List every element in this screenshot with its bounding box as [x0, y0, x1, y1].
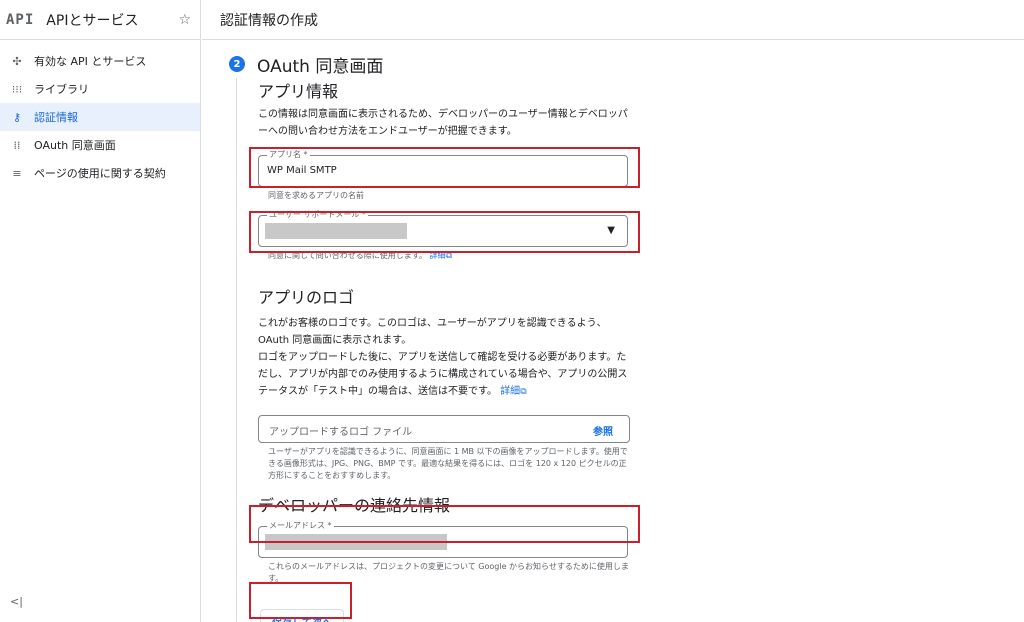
support-email-hint-text: 同意に関して問い合わせる際に使用します。 [268, 251, 427, 260]
external-link-icon: ⧉ [445, 251, 452, 261]
app-logo-title: アプリのロゴ [258, 288, 355, 307]
redacted-email [265, 534, 447, 550]
key-icon: ⚷ [12, 110, 22, 124]
support-email-details-link[interactable]: 詳細 [430, 251, 446, 260]
external-link-icon: ⧉ [520, 387, 527, 397]
sidebar-item-label: 認証情報 [34, 111, 78, 124]
developer-contact-title: デベロッパーの連絡先情報 [258, 496, 451, 515]
logo-upload-hint: ユーザーがアプリを認識できるように、同意画面に 1 MB 以下の画像をアップロー… [268, 447, 628, 480]
app-name-label: アプリ名 * [267, 150, 310, 160]
developer-email-field[interactable]: メールアドレス * [258, 521, 628, 558]
sidebar-item-page-usage-agreement[interactable]: ≡ ページの使用に関する契約 [0, 159, 200, 187]
sidebar-item-oauth-consent[interactable]: ⁞⁞ OAuth 同意画面 [0, 131, 200, 159]
consent-icon: ⁞⁞ [13, 138, 21, 152]
app-logo-description-1: これがお客様のロゴです。このロゴは、ユーザーがアプリを認識できるよう、OAuth… [258, 318, 607, 346]
step-number-badge: 2 [229, 56, 245, 72]
sidebar-item-label: OAuth 同意画面 [34, 139, 116, 152]
logo-upload-field[interactable]: アップロードするロゴ ファイル 参照 [258, 415, 630, 443]
page-title: 認証情報の作成 [202, 0, 1024, 40]
sidebar-nav: ✣ 有効な API とサービス ⁝⁝⁝ ライブラリ ⚷ 認証情報 ⁞⁞ OAut… [0, 40, 200, 187]
sidebar-item-label: ライブラリ [34, 83, 89, 96]
main-panel: 認証情報の作成 2 OAuth 同意画面 アプリ情報 この情報は同意画面に表示さ… [202, 0, 1024, 622]
app-logo-description-2: ロゴをアップロードした後に、アプリを送信して確認を受ける必要があります。ただし、… [258, 349, 634, 401]
agreement-icon: ≡ [12, 166, 22, 180]
app-info-description: この情報は同意画面に表示されるため、デベロッパーのユーザー情報とデベロッパーへの… [258, 109, 628, 137]
collapse-sidebar-icon[interactable]: <| [10, 595, 23, 608]
support-email-select[interactable]: ユーザー サポートメール * ▼ [258, 210, 628, 247]
save-and-continue-button[interactable]: 保存して次へ [260, 609, 344, 622]
redacted-email [265, 223, 407, 239]
developer-email-hint: これらのメールアドレスは、プロジェクトの変更について Google からお知らせ… [268, 562, 629, 583]
library-icon: ⁝⁝⁝ [11, 82, 23, 96]
stepper-line [236, 78, 237, 622]
sidebar-item-label: ページの使用に関する契約 [34, 167, 166, 180]
sidebar-header: API APIとサービス ☆ [0, 0, 200, 40]
developer-email-label: メールアドレス * [267, 521, 334, 531]
sidebar-item-enabled-apis[interactable]: ✣ 有効な API とサービス [0, 47, 200, 75]
sidebar-item-label: 有効な API とサービス [34, 55, 147, 68]
browse-button[interactable]: 参照 [593, 423, 613, 438]
app-name-value: WP Mail SMTP [267, 165, 337, 176]
api-logo: API [6, 11, 35, 28]
logo-upload-placeholder: アップロードするロゴ ファイル [269, 427, 413, 438]
app-name-field[interactable]: アプリ名 * WP Mail SMTP [258, 150, 628, 187]
api-diamond-icon: ✣ [12, 54, 22, 68]
app-logo-description-2-text: ロゴをアップロードした後に、アプリを送信して確認を受ける必要があります。ただし、… [258, 352, 628, 397]
app-name-hint: 同意を求めるアプリの名前 [268, 191, 364, 200]
support-email-label: ユーザー サポートメール * [267, 210, 368, 220]
app-info-title: アプリ情報 [258, 82, 339, 101]
support-email-hint: 同意に関して問い合わせる際に使用します。 詳細⧉ [268, 250, 634, 262]
dropdown-arrow-icon[interactable]: ▼ [607, 225, 615, 236]
sidebar-title: APIとサービス [46, 12, 139, 29]
step-title: OAuth 同意画面 [257, 57, 384, 77]
oauth-consent-form: アプリ情報 この情報は同意画面に表示されるため、デベロッパーのユーザー情報とデベ… [258, 78, 634, 622]
logo-details-link[interactable]: 詳細 [500, 386, 520, 397]
left-sidebar: API APIとサービス ☆ ✣ 有効な API とサービス ⁝⁝⁝ ライブラリ… [0, 0, 201, 622]
pin-star-icon[interactable]: ☆ [178, 12, 191, 28]
sidebar-item-library[interactable]: ⁝⁝⁝ ライブラリ [0, 75, 200, 103]
sidebar-item-credentials[interactable]: ⚷ 認証情報 [0, 103, 200, 131]
